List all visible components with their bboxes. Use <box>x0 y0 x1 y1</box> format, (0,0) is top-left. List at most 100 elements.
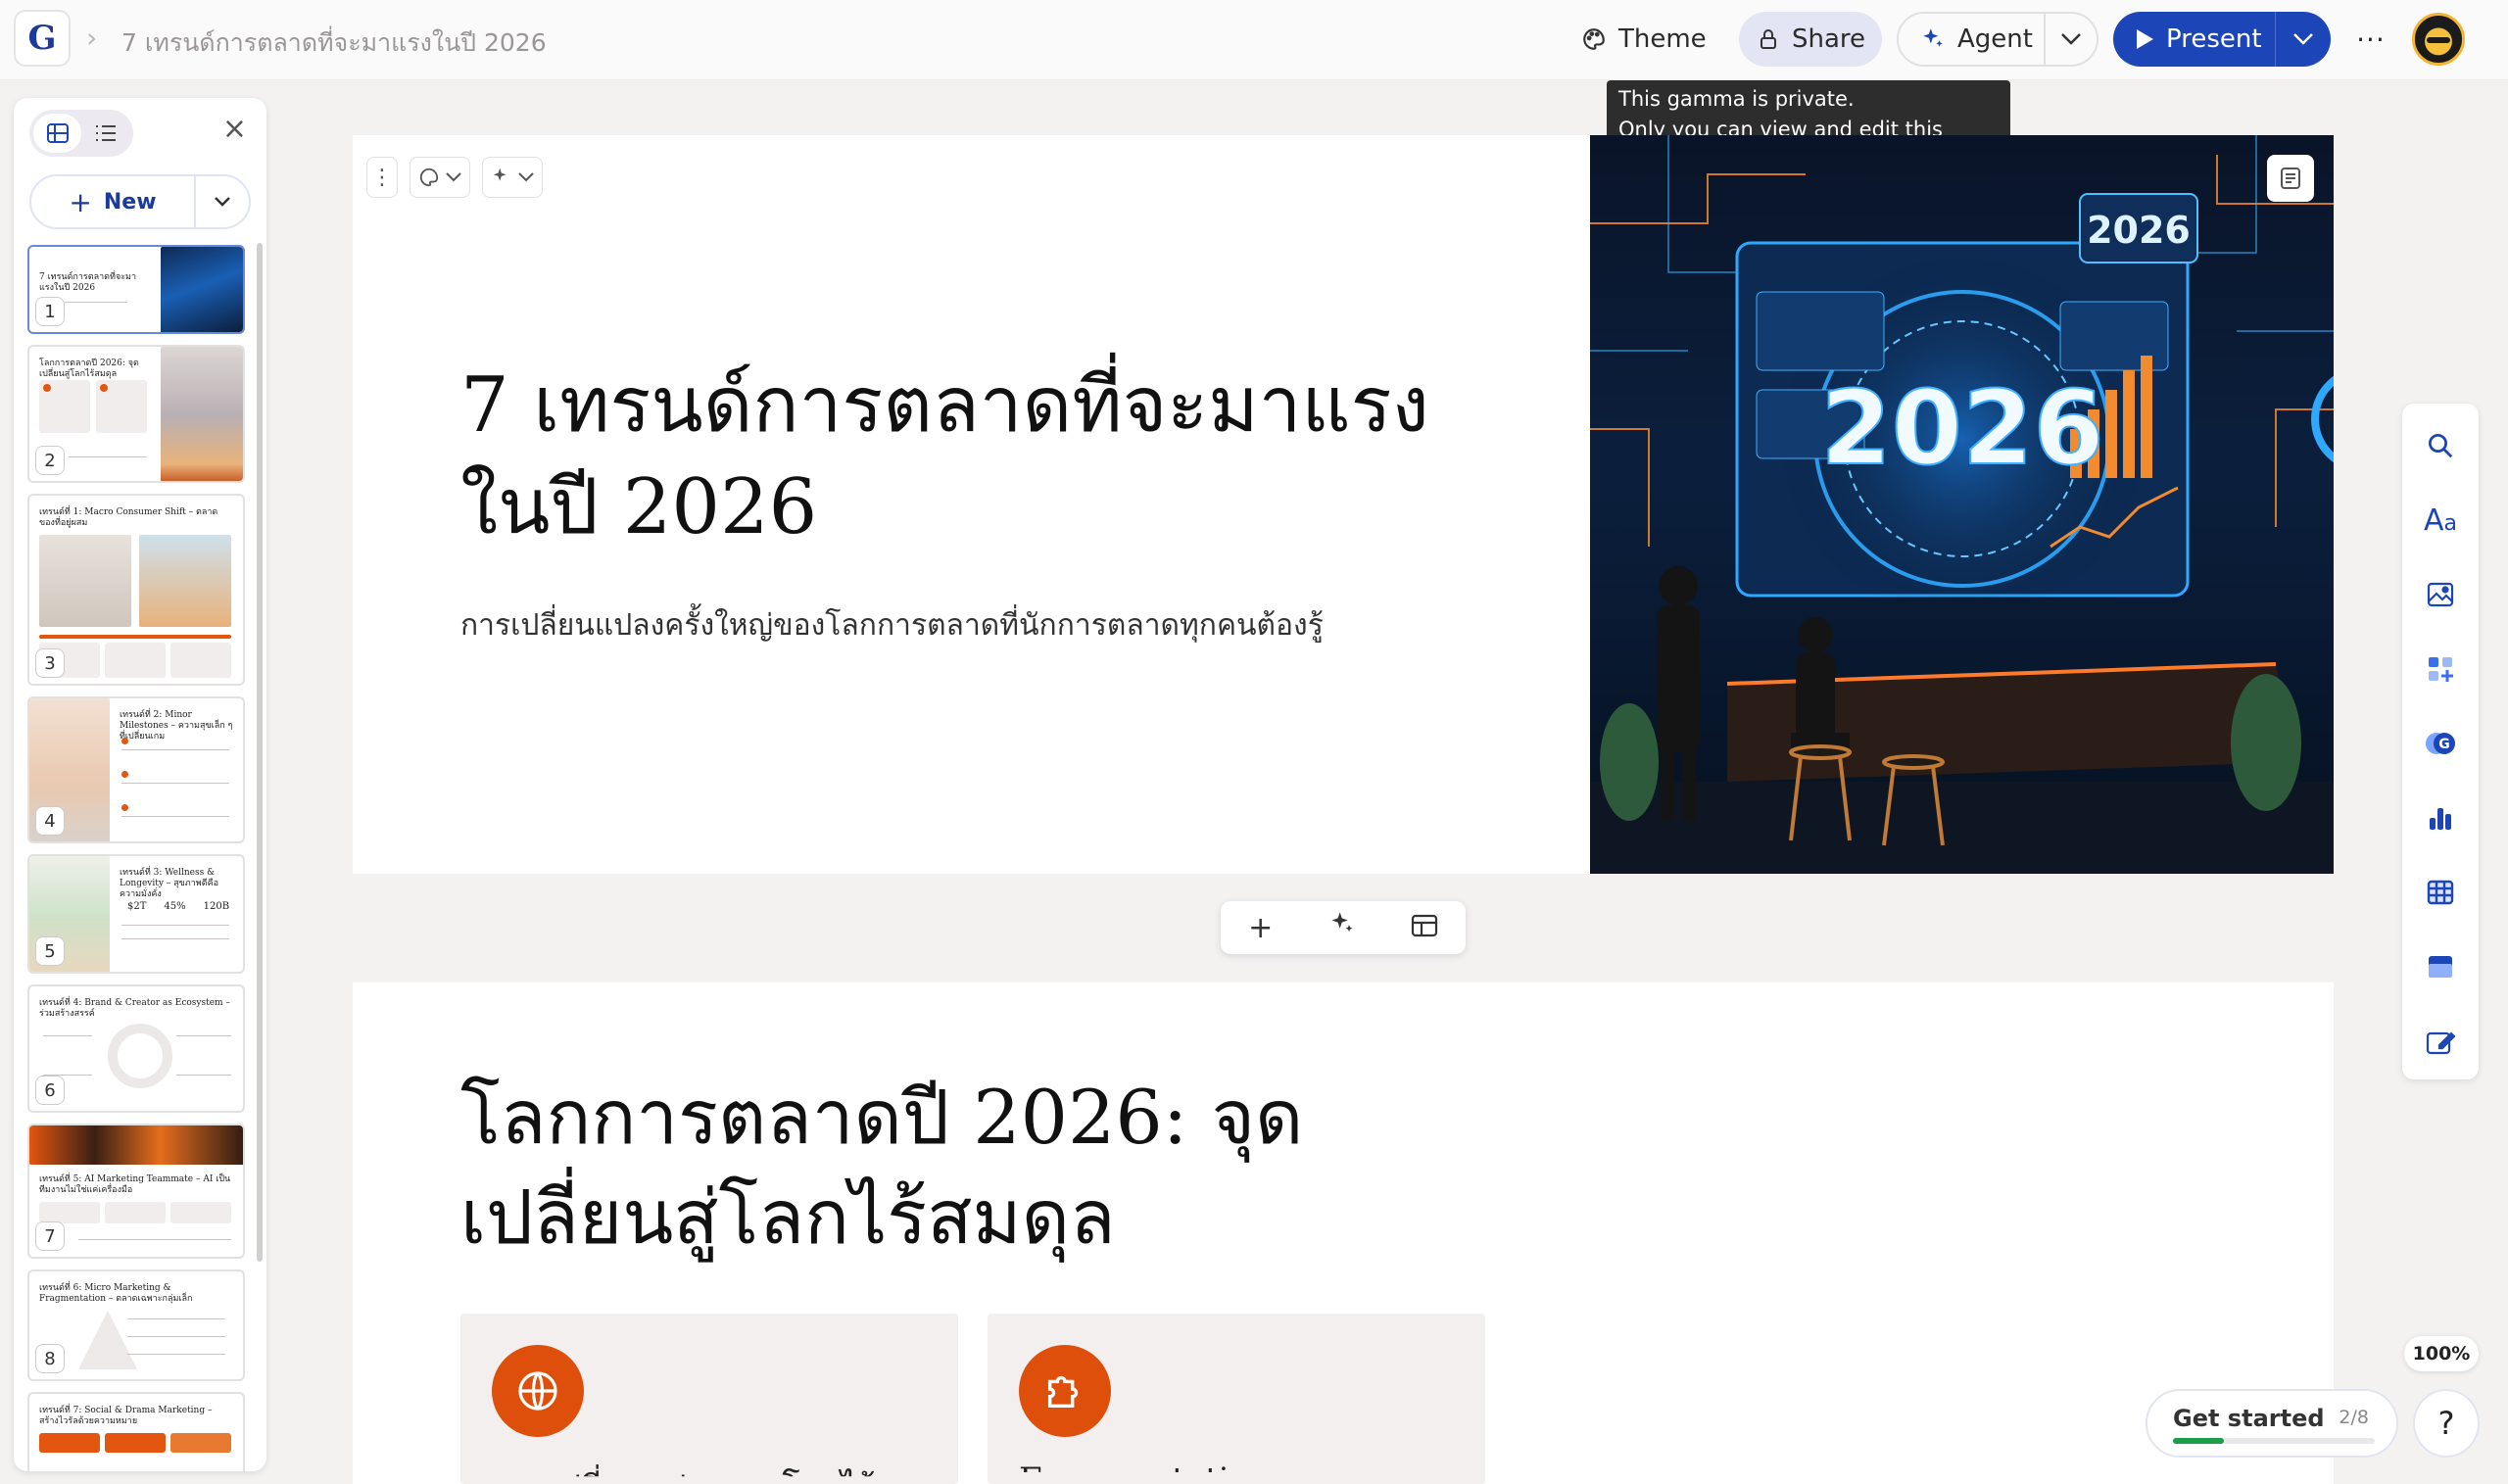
feature-box-fragmentation[interactable]: Fragmentation... <box>988 1314 1485 1484</box>
more-options-button[interactable]: ··· <box>2353 12 2388 67</box>
table-icon <box>2427 880 2454 905</box>
card-template-icon <box>2429 956 2452 978</box>
embed-icon: G <box>2426 733 2455 754</box>
search-tool-button[interactable] <box>2402 421 2479 470</box>
slide-5-stat: 45% <box>164 901 186 912</box>
help-button[interactable]: ? <box>2413 1389 2480 1458</box>
table-tool-button[interactable] <box>2402 868 2479 917</box>
slide-number: 2 <box>35 446 65 475</box>
add-block-icon <box>2429 657 2453 682</box>
gamma-logo-button[interactable]: G <box>14 10 71 67</box>
slide-2-title[interactable]: โลกการตลาดปี 2026: จุดเปลี่ยนสู่โลกไร้สม… <box>460 1068 1440 1268</box>
slide-number: 6 <box>35 1076 65 1105</box>
slide-5-stat: 120B <box>203 901 230 912</box>
slide-thumbnail-title: เทรนด์ที่ 4: Brand & Creator as Ecosyste… <box>39 998 230 1019</box>
slide-1-hero-image[interactable]: 2026 2026 <box>1590 135 2334 874</box>
slide-thumbnail-4[interactable]: เทรนด์ที่ 2: Minor Milestones – ความสุขเ… <box>27 696 245 843</box>
slide-thumbnail-image <box>161 347 243 481</box>
agent-dropdown-chevron-icon[interactable] <box>2046 32 2097 46</box>
slide-thumbnail-list: 7 เทรนด์การตลาดที่จะมาแรงในปี 2026 1 โลก… <box>27 245 259 1471</box>
sparkle-icon <box>493 168 506 181</box>
hero-year-big: 2026 <box>1820 368 2103 488</box>
sparkle-icon <box>1331 912 1353 933</box>
slide-thumbnail-2[interactable]: โลกการตลาดปี 2026: จุดเปลี่ยนสู่โลกไร้สม… <box>27 345 245 483</box>
new-label: New <box>103 189 157 215</box>
chevron-down-icon <box>446 172 461 182</box>
grid-view-icon <box>46 123 69 143</box>
new-slide-button[interactable]: + New <box>31 176 196 227</box>
slide-thumbnail-7[interactable]: เทรนด์ที่ 5: AI Marketing Teammate – AI … <box>27 1124 245 1259</box>
logo-letter: G <box>27 19 57 58</box>
feature-box-global[interactable]: การเปลี่ยนแปลงของโลกไร้... <box>460 1314 958 1484</box>
card-menu-button[interactable]: ⋮ <box>366 157 398 198</box>
card-ai-button[interactable] <box>482 157 543 198</box>
slide-thumbnail-title: เทรนด์ที่ 1: Macro Consumer Shift – ตลาด… <box>39 507 218 528</box>
slide-number: 4 <box>35 806 65 836</box>
slide-thumbnail-8[interactable]: เทรนด์ที่ 6: Micro Marketing & Fragmenta… <box>27 1269 245 1381</box>
close-sidebar-icon[interactable]: × <box>222 112 247 146</box>
sparkle-icon <box>1923 28 1943 47</box>
slide-thumbnail-title: 7 เทรนด์การตลาดที่จะมาแรงในปี 2026 <box>39 272 137 293</box>
search-icon <box>2429 434 2453 458</box>
share-button[interactable]: Share <box>1739 12 1882 67</box>
get-started-count: 2/8 <box>2339 1407 2369 1428</box>
card-style-button[interactable] <box>410 157 470 198</box>
get-started-checklist-button[interactable]: Get started 2/8 <box>2146 1389 2398 1458</box>
user-avatar[interactable] <box>2412 13 2465 66</box>
ai-generate-card-button[interactable] <box>1328 910 1356 945</box>
present-dropdown-chevron-icon[interactable] <box>2276 32 2331 46</box>
slide-thumbnail-6[interactable]: เทรนด์ที่ 4: Brand & Creator as Ecosyste… <box>27 984 245 1113</box>
list-view-button[interactable] <box>81 114 129 153</box>
text-tool-button[interactable]: Aa <box>2402 496 2479 545</box>
chart-tool-button[interactable] <box>2402 793 2479 842</box>
edit-tool-button[interactable] <box>2402 1017 2479 1066</box>
palette-icon <box>419 168 439 187</box>
slide-number: 8 <box>35 1344 65 1373</box>
layout-icon <box>1411 914 1437 936</box>
tooltip-line-1: This gamma is private. <box>1618 87 1855 111</box>
slide-thumbnail-3[interactable]: เทรนด์ที่ 1: Macro Consumer Shift – ตลาด… <box>27 494 245 686</box>
agent-button[interactable]: Agent <box>1899 14 2046 65</box>
get-started-label: Get started <box>2173 1405 2325 1432</box>
card-template-tool-button[interactable] <box>2402 942 2479 991</box>
slide-thumbnail-1[interactable]: 7 เทรนด์การตลาดที่จะมาแรงในปี 2026 1 <box>27 245 245 334</box>
agent-label: Agent <box>1957 24 2033 54</box>
slide-thumbnail-9[interactable]: เทรนด์ที่ 7: Social & Drama Marketing – … <box>27 1392 245 1471</box>
image-tool-button[interactable] <box>2402 570 2479 619</box>
embed-tool-button[interactable]: G <box>2402 719 2479 768</box>
palette-icon <box>1583 28 1605 50</box>
lock-icon <box>1760 29 1776 49</box>
insert-card-toolbar: + <box>1221 901 1466 954</box>
slide-number: 3 <box>35 648 65 678</box>
grid-view-button[interactable] <box>33 114 81 153</box>
new-slide-button-group: + New <box>29 174 251 229</box>
slide-number: 1 <box>35 297 65 326</box>
image-notes-button[interactable] <box>2267 155 2314 202</box>
slide-thumbnail-image <box>139 535 231 627</box>
zoom-level-indicator[interactable]: 100% <box>2404 1336 2479 1371</box>
blocks-tool-button[interactable] <box>2402 645 2479 694</box>
pencil-edit-icon <box>2426 1031 2455 1055</box>
chevron-down-icon <box>518 172 534 182</box>
present-button[interactable]: Present <box>2113 12 2276 67</box>
present-button-group: Present <box>2113 12 2331 67</box>
slide-thumbnail-title: เทรนด์ที่ 5: AI Marketing Teammate – AI … <box>39 1174 231 1195</box>
card-toolbar: ⋮ <box>366 157 543 198</box>
sidebar-view-toggle <box>29 110 133 157</box>
new-dropdown-chevron-icon[interactable] <box>196 196 249 208</box>
futuristic-dashboard-illustration: 2026 2026 <box>1590 135 2334 874</box>
image-icon <box>2427 582 2454 607</box>
theme-label: Theme <box>1618 24 1707 54</box>
globe-icon <box>492 1345 584 1437</box>
add-card-button[interactable]: + <box>1248 911 1273 945</box>
document-title[interactable]: 7 เทรนด์การตลาดที่จะมาแรงในปี 2026 <box>121 24 547 63</box>
theme-button[interactable]: Theme <box>1571 12 1718 67</box>
slide-1-subtitle[interactable]: การเปลี่ยนแปลงครั้งใหญ่ของโลกการตลาดที่น… <box>460 602 1440 648</box>
card-layout-button[interactable] <box>1411 911 1438 945</box>
slide-1-title[interactable]: 7 เทรนด์การตลาดที่จะมาแรงในปี 2026 <box>460 355 1440 558</box>
slide-number: 5 <box>35 936 65 966</box>
right-tool-rail: Aa G <box>2402 404 2479 1079</box>
slide-thumbnail-5[interactable]: เทรนด์ที่ 3: Wellness & Longevity – สุขภ… <box>27 854 245 974</box>
list-view-icon <box>95 125 116 141</box>
plus-icon: + <box>69 185 92 218</box>
